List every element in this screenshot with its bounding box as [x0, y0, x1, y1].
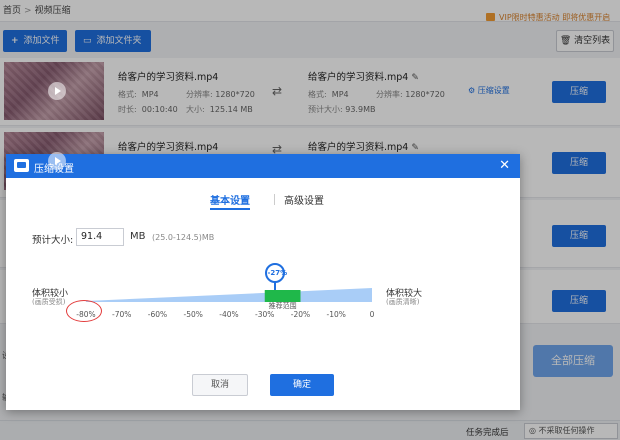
slider-track-fill — [86, 288, 372, 302]
compress-settings-dialog: 压缩设置 ✕ 基本设置 高级设置 预计大小: 91.4 MB (25.0-124… — [6, 154, 520, 410]
smaller-size-note: (画质受损) — [32, 298, 66, 306]
highlight-circle — [66, 300, 102, 322]
estimated-size-input[interactable]: 91.4 — [76, 228, 124, 246]
close-icon[interactable]: ✕ — [499, 158, 510, 173]
size-range: (25.0-124.5)MB — [152, 233, 215, 242]
scale-tick-label: -30% — [255, 310, 275, 319]
dialog-title-bar: 压缩设置 ✕ — [6, 154, 520, 178]
app-icon — [14, 159, 29, 172]
scale-tick-label: -70% — [112, 310, 132, 319]
slider-handle-stem — [274, 282, 277, 290]
scale-tick-label: -60% — [147, 310, 168, 319]
tab-divider — [274, 194, 275, 205]
cancel-button[interactable]: 取消 — [192, 374, 248, 396]
play-icon[interactable] — [48, 82, 66, 100]
tab-advanced-settings[interactable]: 高级设置 — [284, 192, 324, 207]
estimated-size-label: 预计大小: — [32, 235, 74, 246]
scale-tick-label: -10% — [326, 310, 346, 319]
ok-button[interactable]: 确定 — [270, 374, 334, 396]
play-icon[interactable] — [48, 152, 66, 170]
scale-tick-label: -40% — [219, 310, 239, 319]
tab-basic-settings[interactable]: 基本设置 — [210, 192, 250, 210]
slider-handle[interactable]: -27% — [265, 263, 287, 283]
scale-tick-label: 0 — [369, 310, 375, 319]
larger-size-note: (画质清晰) — [386, 298, 420, 306]
slider-track[interactable] — [86, 288, 372, 302]
size-unit: MB — [130, 231, 146, 242]
compression-slider[interactable] — [86, 288, 372, 302]
scale-tick-label: -50% — [183, 310, 203, 319]
scale-tick-label: -20% — [290, 310, 311, 319]
